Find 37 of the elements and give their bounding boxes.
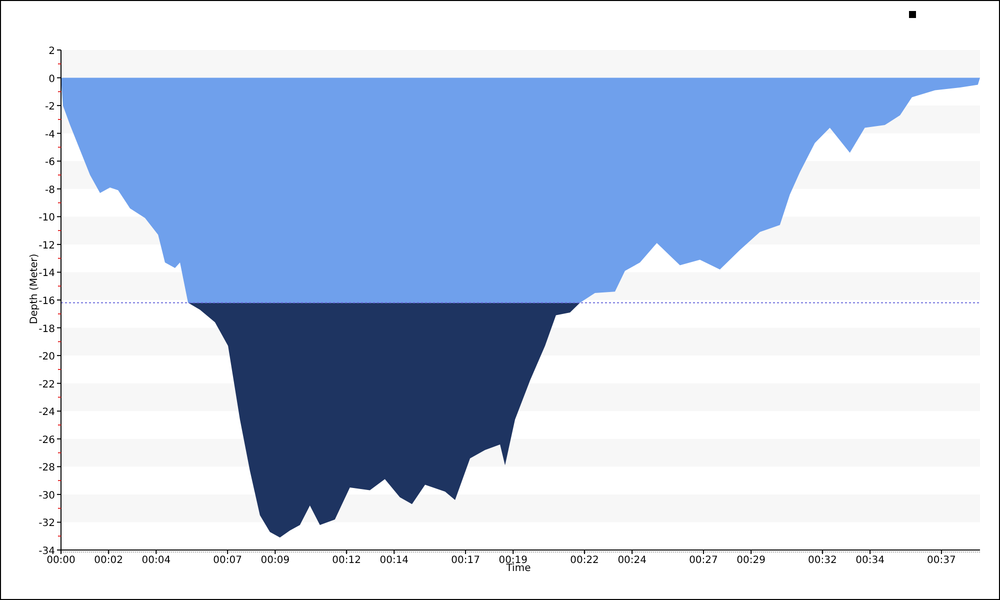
y-tick-label: -24 bbox=[38, 407, 55, 418]
x-tick-label: 00:04 bbox=[142, 555, 171, 566]
x-tick-label: 00:37 bbox=[927, 555, 956, 566]
legend-marker-icon bbox=[909, 11, 916, 18]
y-tick-label: -4 bbox=[45, 129, 55, 140]
x-tick-label: 00:24 bbox=[618, 555, 647, 566]
x-tick-label: 00:22 bbox=[570, 555, 599, 566]
y-tick-label: -8 bbox=[45, 184, 55, 196]
y-tick-label: 2 bbox=[48, 46, 55, 57]
y-tick-label: -10 bbox=[38, 212, 55, 224]
x-tick-label: 00:34 bbox=[856, 555, 884, 566]
y-tick-label: -16 bbox=[38, 296, 55, 307]
y-tick-label: -14 bbox=[38, 268, 55, 280]
x-tick-label: 00:00 bbox=[46, 555, 76, 566]
x-tick-label: 00:09 bbox=[260, 555, 290, 566]
y-tick-label: -22 bbox=[38, 379, 55, 390]
x-tick-label: 00:14 bbox=[380, 555, 409, 566]
y-tick-label: 0 bbox=[48, 74, 55, 85]
x-tick-label: 00:29 bbox=[736, 555, 766, 566]
x-tick-label: 00:27 bbox=[689, 555, 718, 566]
x-tick-label: 00:07 bbox=[213, 555, 242, 566]
y-tick-label: -20 bbox=[38, 352, 55, 363]
x-tick-label: 00:12 bbox=[332, 555, 361, 566]
y-tick-label: -30 bbox=[38, 490, 55, 502]
y-tick-label: -6 bbox=[45, 157, 55, 168]
y-tick-label: -12 bbox=[38, 240, 55, 252]
y-axis-title: Depth (Meter) bbox=[29, 254, 40, 324]
y-tick-label: -32 bbox=[38, 518, 55, 530]
y-tick-label: -26 bbox=[38, 434, 55, 446]
x-tick-label: 00:02 bbox=[94, 555, 123, 566]
y-tick-label: -2 bbox=[45, 102, 55, 113]
x-tick-label: 00:32 bbox=[808, 555, 837, 566]
y-tick-label: -34 bbox=[38, 546, 55, 557]
y-tick-label: -28 bbox=[38, 462, 55, 474]
x-tick-label: 00:17 bbox=[451, 555, 480, 566]
x-axis-title: Time bbox=[506, 563, 531, 574]
y-tick-label: -18 bbox=[38, 324, 55, 335]
